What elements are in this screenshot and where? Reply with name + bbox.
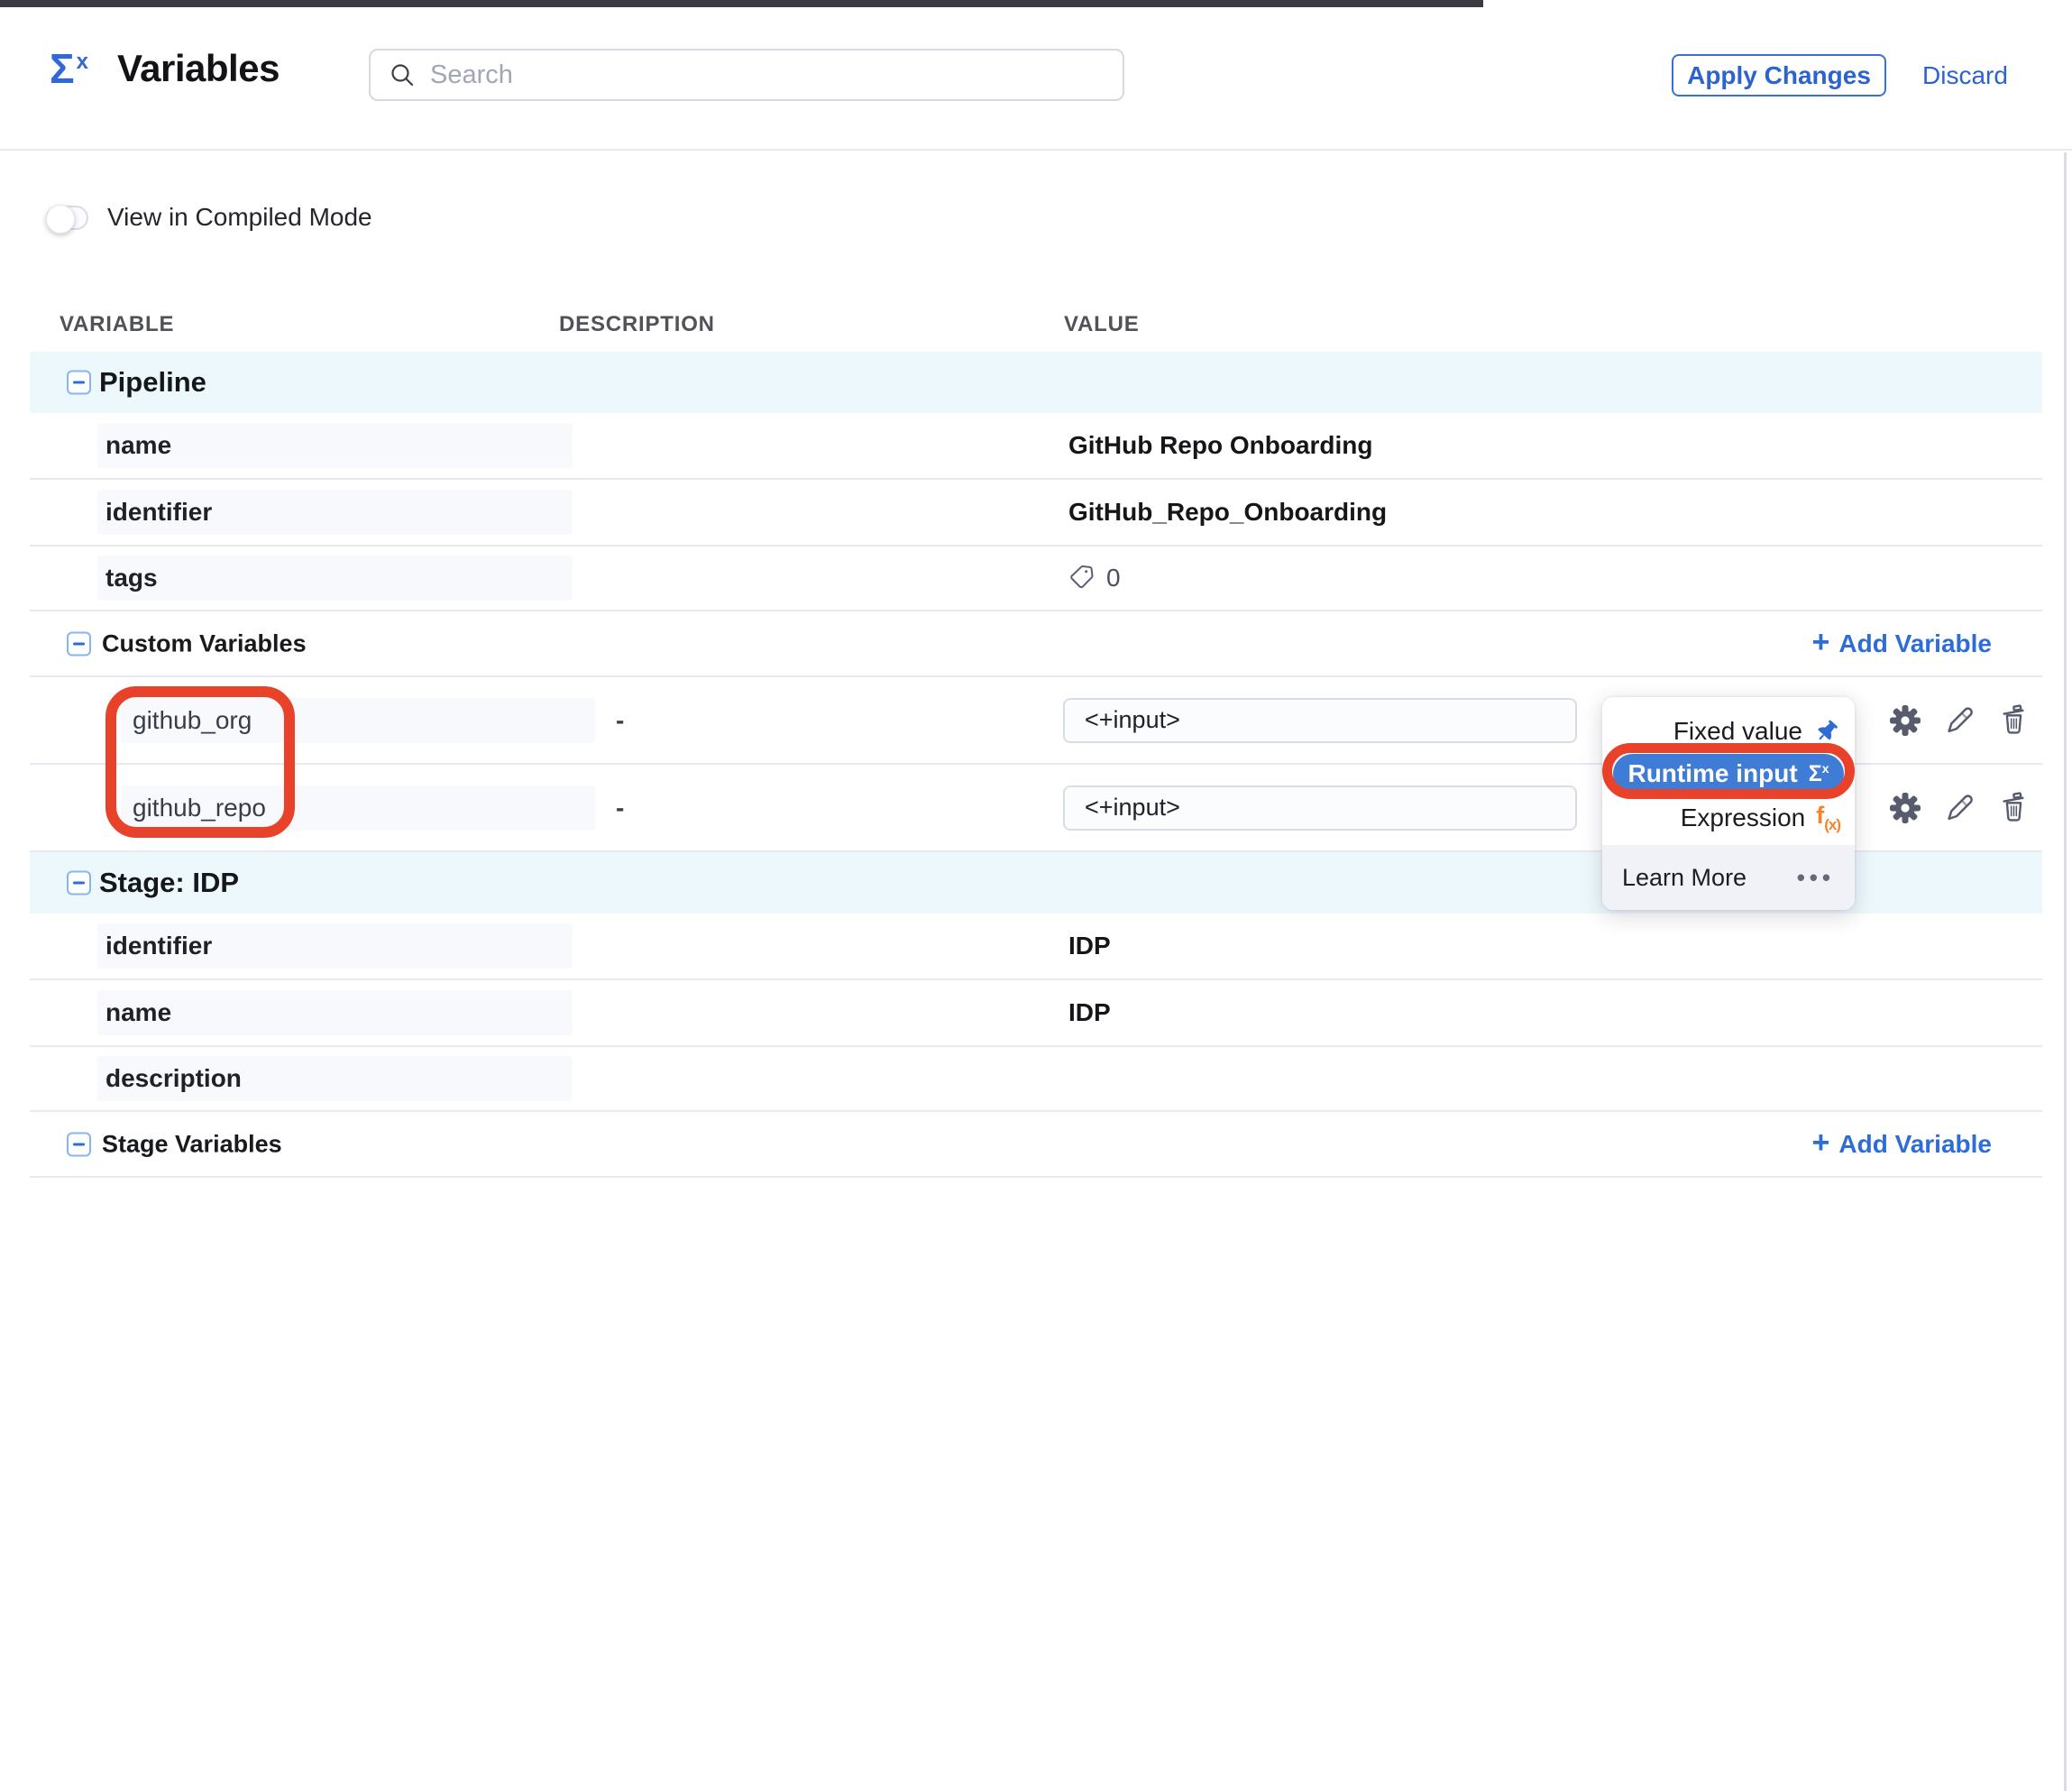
row-stage-description: description: [30, 1047, 2042, 1112]
fx-icon: f(x): [1816, 802, 1840, 834]
edit-button[interactable]: [1941, 790, 1977, 826]
header: Σx Variables Apply Changes Discard: [0, 0, 2072, 151]
minus-glyph: [73, 1143, 85, 1145]
add-variable-button[interactable]: + Add Variable: [1812, 629, 1992, 658]
discard-button[interactable]: Discard: [1922, 54, 2008, 96]
delete-button[interactable]: [1995, 790, 2031, 826]
compiled-mode-toggle[interactable]: [46, 206, 88, 230]
minus-glyph: [73, 642, 85, 645]
sigma-x-icon: Σx: [50, 48, 88, 89]
pencil-icon: [1942, 791, 1976, 825]
learn-more-link[interactable]: Learn More: [1622, 864, 1747, 892]
variable-name-chip: name: [97, 423, 573, 468]
search-input[interactable]: [430, 60, 1105, 90]
row-tags: tags 0: [30, 546, 2042, 611]
variables-panel: Σx Variables Apply Changes Discard View …: [0, 0, 2072, 1791]
variable-value: GitHub Repo Onboarding: [1068, 431, 1373, 460]
edit-button[interactable]: [1941, 703, 1977, 739]
row-identifier: identifier GitHub_Repo_Onboarding: [30, 480, 2042, 546]
menu-item-label: Runtime input: [1627, 759, 1797, 788]
settings-button[interactable]: [1887, 790, 1923, 826]
plus-icon: +: [1812, 627, 1830, 657]
delete-button[interactable]: [1995, 703, 2031, 739]
runtime-input-field[interactable]: <+input>: [1063, 698, 1577, 743]
window-top-edge: [0, 0, 1483, 7]
menu-item-label: Expression: [1681, 804, 1806, 832]
add-variable-label: Add Variable: [1838, 629, 1992, 658]
gear-icon: [1887, 703, 1923, 739]
subsection-label: Custom Variables: [102, 629, 307, 657]
tag-icon: [1067, 563, 1097, 593]
collapse-icon[interactable]: [67, 1132, 91, 1156]
brand: Σx Variables: [50, 47, 280, 90]
panel-right-border: [2064, 152, 2067, 1791]
minus-glyph: [73, 882, 85, 885]
variable-value: IDP: [1068, 998, 1111, 1027]
ellipsis-icon[interactable]: •••: [1797, 864, 1835, 892]
variable-name-chip: github_repo: [121, 785, 595, 831]
variable-value: IDP: [1068, 932, 1111, 960]
row-custom-variables: Custom Variables + Add Variable: [30, 611, 2042, 677]
row-pipeline: Pipeline: [30, 352, 2042, 413]
sigma-x-icon: Σx: [1809, 762, 1829, 785]
menu-item-runtime-input[interactable]: Runtime input Σx: [1613, 754, 1844, 794]
column-header-value: VALUE: [1064, 312, 1140, 337]
menu-item-expression[interactable]: Expression f(x): [1681, 798, 1840, 838]
search-box[interactable]: [369, 49, 1124, 101]
variable-name-chip: description: [97, 1056, 573, 1101]
trash-icon: [1996, 791, 2031, 825]
variable-name-chip: name: [97, 990, 573, 1035]
settings-button[interactable]: [1887, 703, 1923, 739]
column-header-description: DESCRIPTION: [559, 312, 715, 337]
variable-name-chip: identifier: [97, 923, 573, 969]
trash-icon: [1996, 703, 2031, 738]
add-variable-label: Add Variable: [1838, 1130, 1992, 1159]
collapse-icon[interactable]: [67, 871, 91, 896]
row-name: name GitHub Repo Onboarding: [30, 413, 2042, 480]
menu-item-fixed-value[interactable]: Fixed value: [1673, 712, 1840, 751]
toggle-knob: [46, 205, 75, 234]
collapse-icon[interactable]: [67, 631, 91, 656]
variable-description: -: [616, 706, 624, 735]
compiled-mode-label: View in Compiled Mode: [107, 203, 372, 232]
minus-glyph: [73, 381, 85, 384]
runtime-input-field[interactable]: <+input>: [1063, 785, 1577, 831]
value-type-menu: Fixed value Runtime input Σx Expression …: [1602, 697, 1855, 910]
row-stage-name: name IDP: [30, 980, 2042, 1047]
variable-name-chip: github_org: [121, 698, 595, 743]
plus-icon: +: [1812, 1127, 1830, 1158]
column-header-variable: VARIABLE: [60, 312, 174, 337]
variable-name-chip: identifier: [97, 490, 573, 535]
pencil-icon: [1942, 703, 1976, 738]
pushpin-icon: [1813, 718, 1840, 745]
variable-description: -: [616, 794, 624, 822]
section-label: Pipeline: [99, 366, 206, 399]
row-stage-identifier: identifier IDP: [30, 914, 2042, 980]
tag-count: 0: [1106, 564, 1121, 592]
tags-value: 0: [1067, 563, 1121, 593]
table-header-row: VARIABLE DESCRIPTION VALUE: [30, 298, 2042, 352]
row-stage-variables: Stage Variables + Add Variable: [30, 1112, 2042, 1178]
search-icon: [389, 61, 416, 88]
menu-footer: Learn More •••: [1602, 845, 1855, 910]
compiled-mode-row: View in Compiled Mode: [46, 197, 2072, 237]
subsection-label: Stage Variables: [102, 1130, 282, 1158]
menu-item-label: Fixed value: [1673, 717, 1802, 746]
variable-value: GitHub_Repo_Onboarding: [1068, 498, 1387, 527]
collapse-icon[interactable]: [67, 371, 91, 395]
section-label: Stage: IDP: [99, 867, 239, 899]
page-title: Variables: [117, 47, 280, 90]
variable-name-chip: tags: [97, 556, 573, 601]
gear-icon: [1887, 790, 1923, 826]
apply-changes-button[interactable]: Apply Changes: [1672, 54, 1886, 96]
add-variable-button[interactable]: + Add Variable: [1812, 1130, 1992, 1159]
